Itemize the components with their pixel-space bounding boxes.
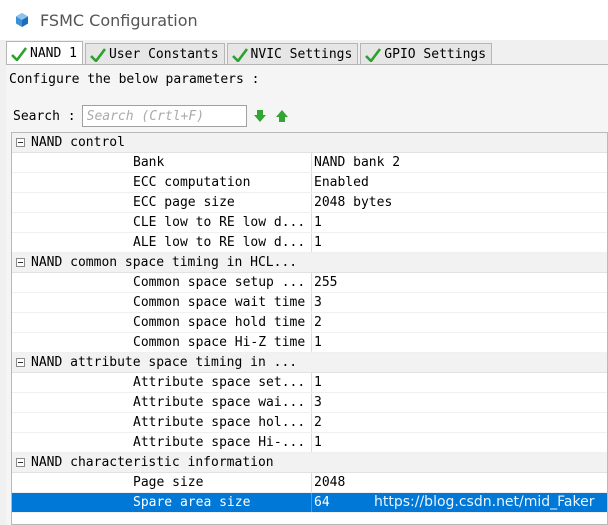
param-name: ECC computation [133,175,251,190]
param-name: ECC page size [133,195,235,210]
search-bar: Search : [13,105,289,127]
param-value[interactable]: 1 [311,213,607,232]
param-name: Attribute space Hi-... [133,435,306,450]
check-icon [365,47,382,62]
tab-nand-1[interactable]: NAND 1 [6,41,83,65]
tab-gpio-settings[interactable]: GPIO Settings [360,43,493,65]
collapse-icon[interactable] [16,258,25,267]
param-value[interactable]: 2048 [311,473,607,492]
param-row[interactable]: Common space setup ... 255 [12,273,607,293]
param-name: Spare area size [133,495,251,510]
param-row[interactable]: CLE low to RE low d... 1 [12,213,607,233]
param-row[interactable]: ECC page size 2048 bytes [12,193,607,213]
tab-nvic-settings[interactable]: NVIC Settings [226,43,359,65]
param-value[interactable]: 2048 bytes [311,193,607,212]
group-nand-characteristic-information[interactable]: NAND characteristic information [12,453,607,473]
group-nand-common-space-timing[interactable]: NAND common space timing in HCL... [12,253,607,273]
param-row[interactable]: Page size 2048 [12,473,607,493]
title-bar: FSMC Configuration [0,0,608,40]
arrow-up-icon[interactable] [275,109,289,123]
tab-label: User Constants [108,47,219,62]
parameter-tree: NAND control Bank NAND bank 2 ECC comput… [11,132,608,525]
param-value[interactable]: 1 [311,433,607,452]
param-value[interactable]: 1 [311,373,607,392]
param-value[interactable]: 2 [311,413,607,432]
param-value[interactable]: 3 [311,293,607,312]
tab-panel: Configure the below parameters : Search … [6,64,608,525]
param-value[interactable]: Enabled [311,173,607,192]
group-title: NAND common space timing in HCL... [31,255,298,270]
param-value[interactable]: 1 [311,333,607,352]
tab-label: NAND 1 [30,46,77,61]
param-row[interactable]: ECC computation Enabled [12,173,607,193]
param-row[interactable]: Attribute space set... 1 [12,373,607,393]
tab-bar: NAND 1 User Constants NVIC Settings GPIO… [6,41,494,65]
param-name: ALE low to RE low d... [133,235,306,250]
group-title: NAND control [31,135,125,150]
search-input[interactable] [81,105,247,127]
param-row[interactable]: ALE low to RE low d... 1 [12,233,607,253]
param-value[interactable]: 255 [311,273,607,292]
param-value[interactable]: 2 [311,313,607,332]
param-name: Common space wait time [133,295,306,310]
group-title: NAND characteristic information [31,455,274,470]
param-row[interactable]: Common space Hi-Z time 1 [12,333,607,353]
check-icon [11,46,27,61]
tab-user-constants[interactable]: User Constants [84,43,225,65]
param-name: Bank [133,155,165,170]
param-name: Attribute space hol... [133,415,306,430]
param-row[interactable]: Bank NAND bank 2 [12,153,607,173]
param-name: Page size [133,475,204,490]
param-row[interactable]: Attribute space Hi-... 1 [12,433,607,453]
param-name: Common space setup ... [133,275,306,290]
param-value[interactable]: 1 [311,233,607,252]
arrow-down-icon[interactable] [253,109,267,123]
group-title: NAND attribute space timing in ... [31,355,298,370]
tab-label: NVIC Settings [250,47,353,62]
tab-label: GPIO Settings [384,47,487,62]
cube-icon [16,13,28,27]
param-row[interactable]: Common space hold time 2 [12,313,607,333]
param-row[interactable]: Attribute space wai... 3 [12,393,607,413]
param-value[interactable]: 3 [311,393,607,412]
param-row[interactable]: Attribute space hol... 2 [12,413,607,433]
watermark-text: https://blog.csdn.net/mid_Faker [374,494,595,510]
check-icon [90,47,106,62]
search-label: Search : [13,108,76,124]
check-icon [231,47,248,62]
window-title: FSMC Configuration [40,10,198,30]
param-name: Attribute space set... [133,375,306,390]
param-row[interactable]: Common space wait time 3 [12,293,607,313]
group-nand-attribute-space-timing[interactable]: NAND attribute space timing in ... [12,353,607,373]
param-name: Common space hold time [133,315,306,330]
param-name: CLE low to RE low d... [133,215,306,230]
param-name: Common space Hi-Z time [133,335,306,350]
param-name: Attribute space wai... [133,395,306,410]
collapse-icon[interactable] [16,358,25,367]
collapse-icon[interactable] [16,138,25,147]
group-nand-control[interactable]: NAND control [12,133,607,153]
collapse-icon[interactable] [16,458,25,467]
param-value[interactable]: NAND bank 2 [311,153,607,172]
instruction-text: Configure the below parameters : [9,72,260,87]
